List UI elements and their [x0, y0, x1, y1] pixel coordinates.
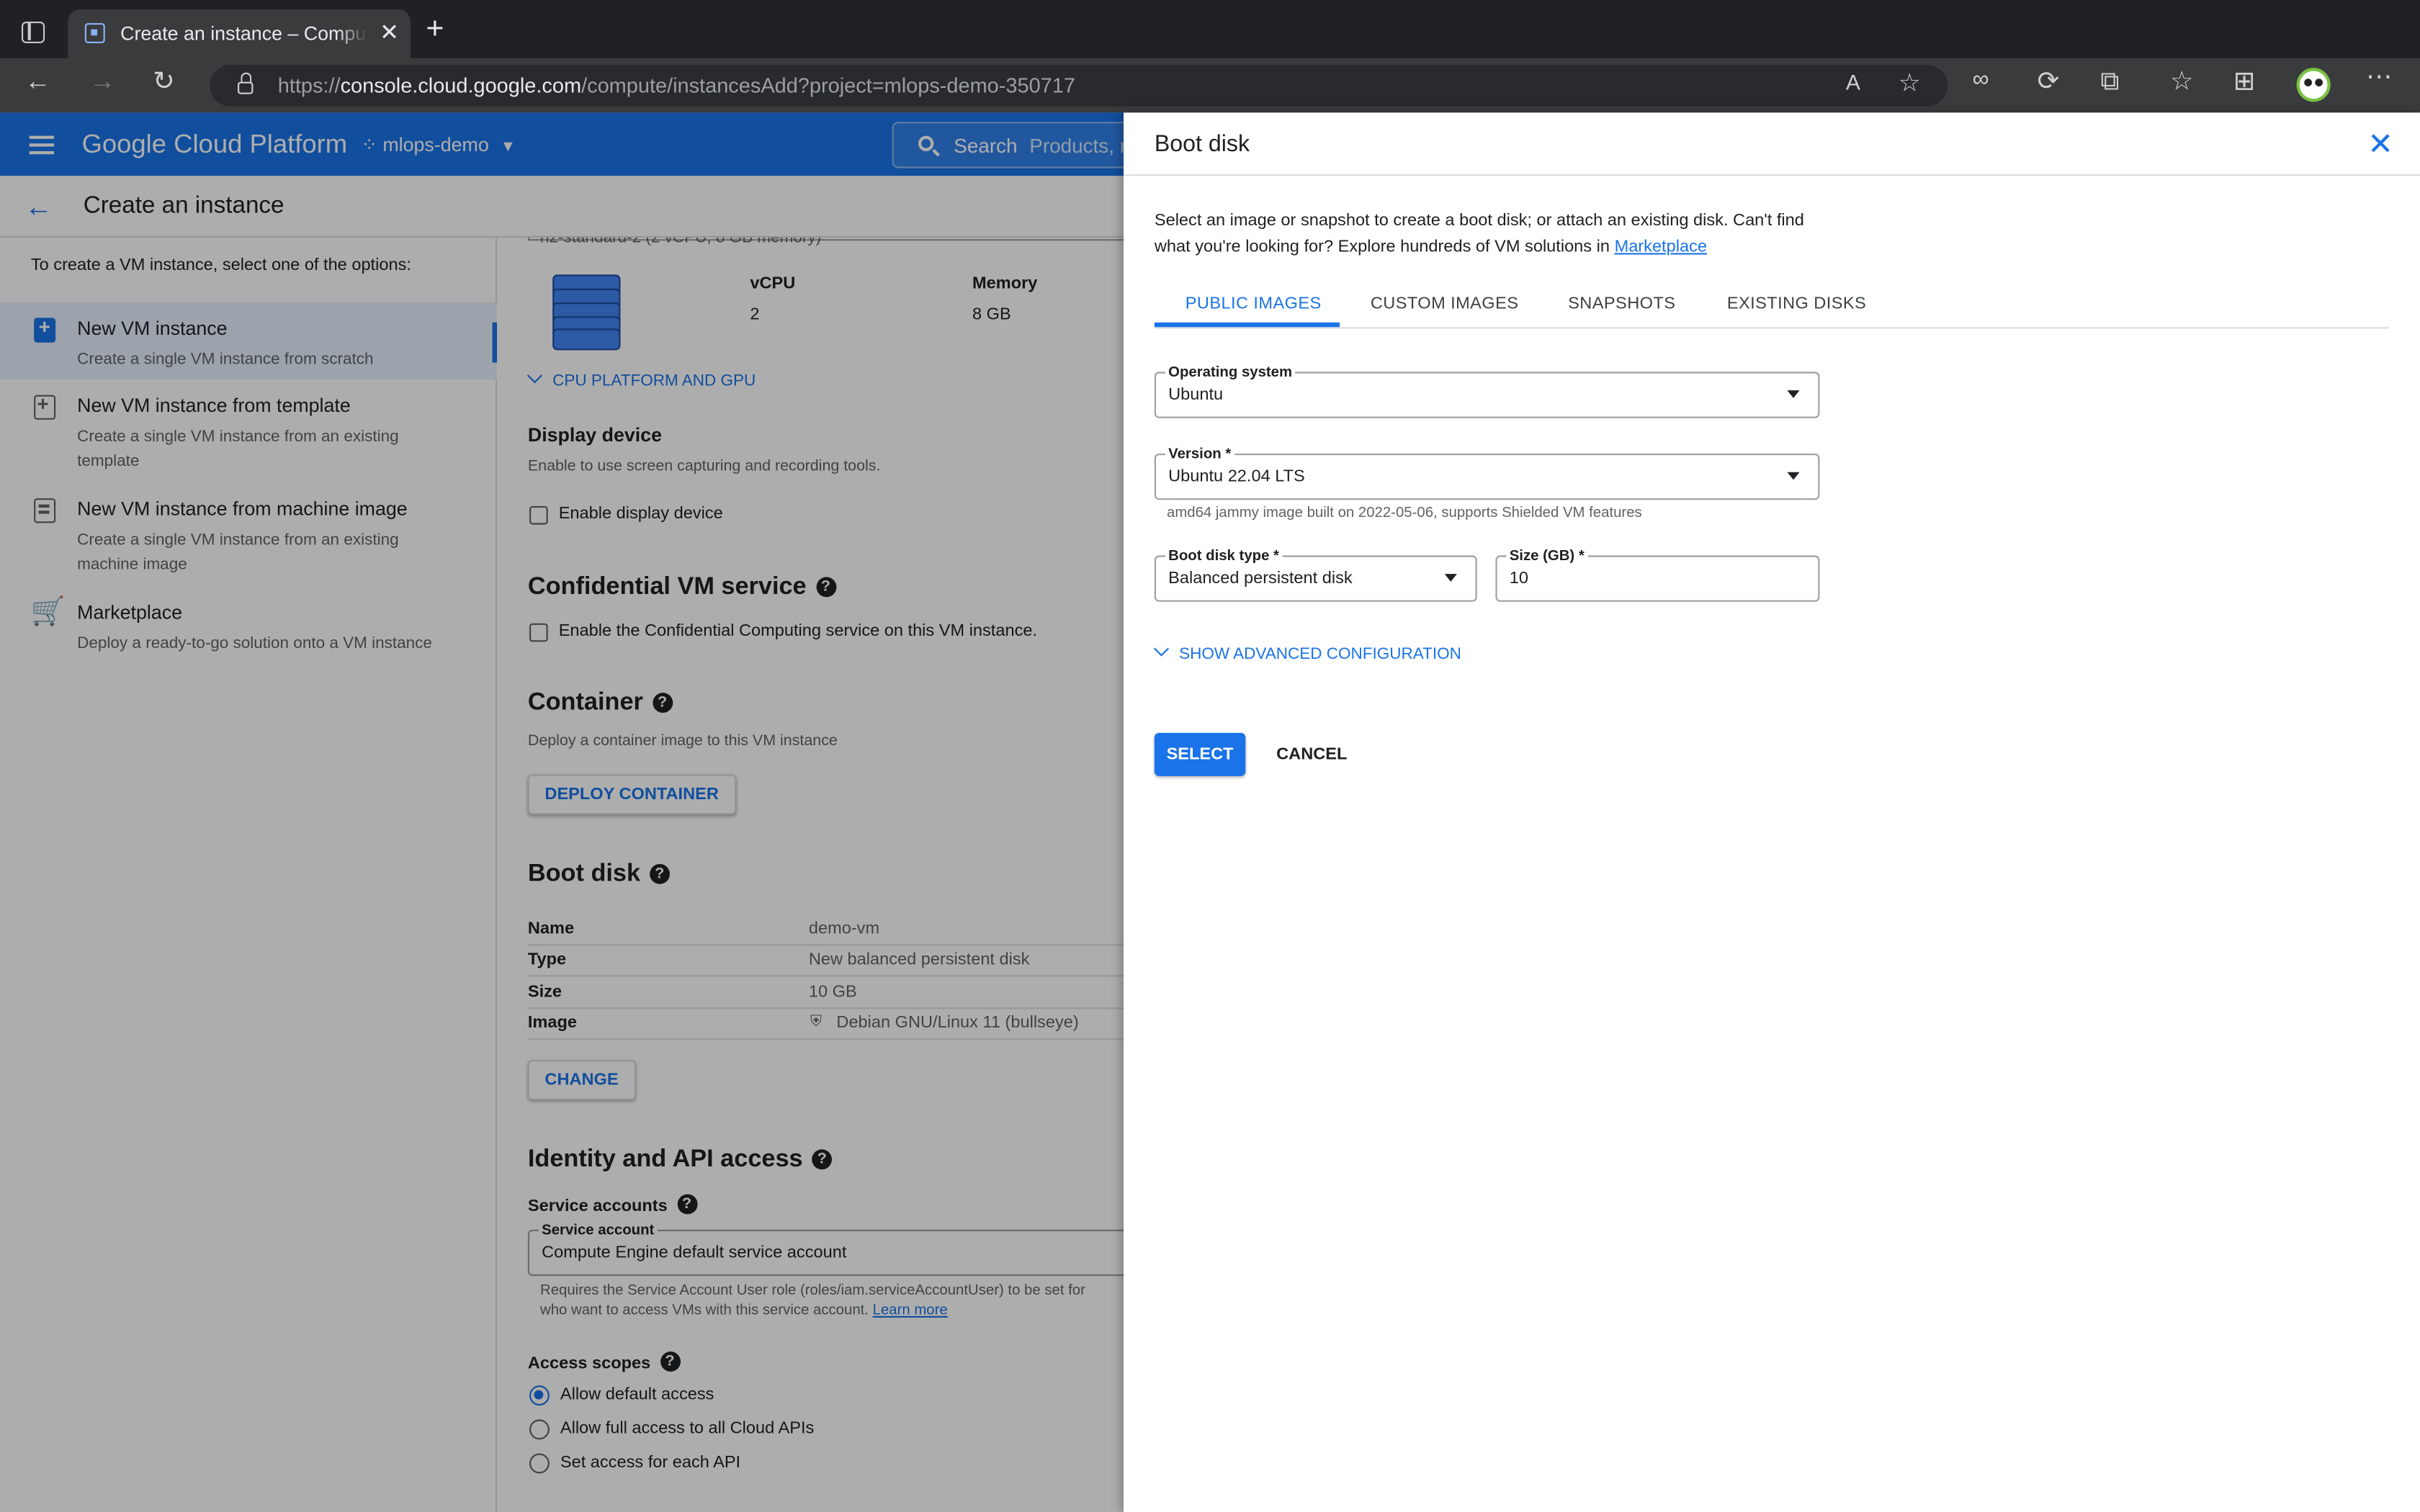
cancel-button[interactable]: CANCEL [1276, 733, 1347, 776]
marketplace-link[interactable]: Marketplace [1615, 238, 1707, 256]
close-icon[interactable]: ✕ [2367, 125, 2393, 164]
tab-title: Create an instance – Compute Engine [120, 23, 367, 45]
browser-navbar: ← → ↻ https://console.cloud.google.com/c… [0, 58, 2420, 113]
version-select[interactable]: Version * Ubuntu 22.04 LTS [1154, 446, 1820, 500]
add-favorite-icon[interactable]: ☆ [1899, 68, 1921, 99]
show-advanced-config-link[interactable]: SHOW ADVANCED CONFIGURATION [1153, 641, 1461, 663]
tab-existing-disks[interactable]: EXISTING DISKS [1727, 294, 1866, 313]
tab-custom-images[interactable]: CUSTOM IMAGES [1371, 294, 1519, 313]
modal-backdrop[interactable] [0, 112, 1124, 1512]
panel-header: Boot disk ✕ [1124, 112, 2420, 176]
field-label: Operating system [1165, 364, 1296, 383]
url-text: https://console.cloud.google.com/compute… [277, 73, 1075, 97]
favorites-icon[interactable]: ☆ [2170, 66, 2194, 97]
address-bar[interactable]: https://console.cloud.google.com/compute… [210, 65, 1948, 107]
tab-snapshots[interactable]: SNAPSHOTS [1568, 294, 1675, 313]
new-tab-icon[interactable]: + [426, 12, 444, 48]
disk-size-input[interactable]: Size (GB) * 10 [1495, 547, 1820, 602]
profile-avatar[interactable] [2296, 68, 2331, 102]
extension-glasses-icon[interactable]: ∞ [1973, 66, 1989, 92]
active-tab-indicator [1154, 322, 1340, 328]
refresh-icon[interactable]: ↻ [153, 66, 175, 97]
select-button[interactable]: SELECT [1154, 732, 1246, 776]
forward-icon[interactable]: → [89, 66, 115, 97]
more-menu-icon[interactable]: ⋯ [2366, 62, 2392, 93]
close-tab-icon[interactable]: ✕ [380, 19, 399, 46]
field-label: Size (GB) * [1506, 547, 1588, 567]
panel-title: Boot disk [1154, 131, 1250, 158]
tab-public-images[interactable]: PUBLIC IMAGES [1186, 294, 1322, 313]
extensions-icon[interactable]: ⧉ [2100, 66, 2119, 97]
field-label: Boot disk type * [1165, 547, 1283, 567]
compute-engine-favicon-icon [84, 23, 105, 43]
image-source-tabs: PUBLIC IMAGES CUSTOM IMAGES SNAPSHOTS EX… [1154, 282, 2390, 329]
dropdown-caret-icon [1787, 390, 1800, 398]
field-value: Ubuntu [1168, 385, 1224, 405]
version-hint: amd64 jammy image built on 2022-05-06, s… [1167, 504, 1642, 522]
tab-actions-icon[interactable] [22, 22, 45, 43]
browser-tab[interactable]: Create an instance – Compute Engine ✕ [68, 9, 411, 59]
operating-system-select[interactable]: Operating system Ubuntu [1154, 364, 1820, 418]
browser-tab-strip: Create an instance – Compute Engine ✕ + [0, 0, 2420, 59]
boot-disk-panel: Boot disk ✕ Select an image or snapshot … [1124, 112, 2420, 1512]
dropdown-caret-icon [1444, 574, 1457, 582]
field-value: Ubuntu 22.04 LTS [1168, 467, 1305, 486]
field-value: Balanced persistent disk [1168, 569, 1353, 588]
boot-disk-type-select[interactable]: Boot disk type * Balanced persistent dis… [1154, 547, 1477, 602]
read-aloud-icon[interactable]: A [1846, 69, 1860, 94]
field-value: 10 [1509, 569, 1528, 588]
dropdown-caret-icon [1787, 472, 1800, 480]
field-label: Version * [1165, 446, 1234, 464]
collections-icon[interactable]: ⊞ [2233, 66, 2256, 97]
sync-icon[interactable]: ⟳ [2038, 66, 2060, 97]
back-icon[interactable]: ← [24, 66, 50, 97]
panel-intro: Select an image or snapshot to create a … [1154, 211, 1804, 256]
chevron-down-icon [1153, 641, 1170, 657]
lock-icon[interactable] [238, 72, 254, 94]
